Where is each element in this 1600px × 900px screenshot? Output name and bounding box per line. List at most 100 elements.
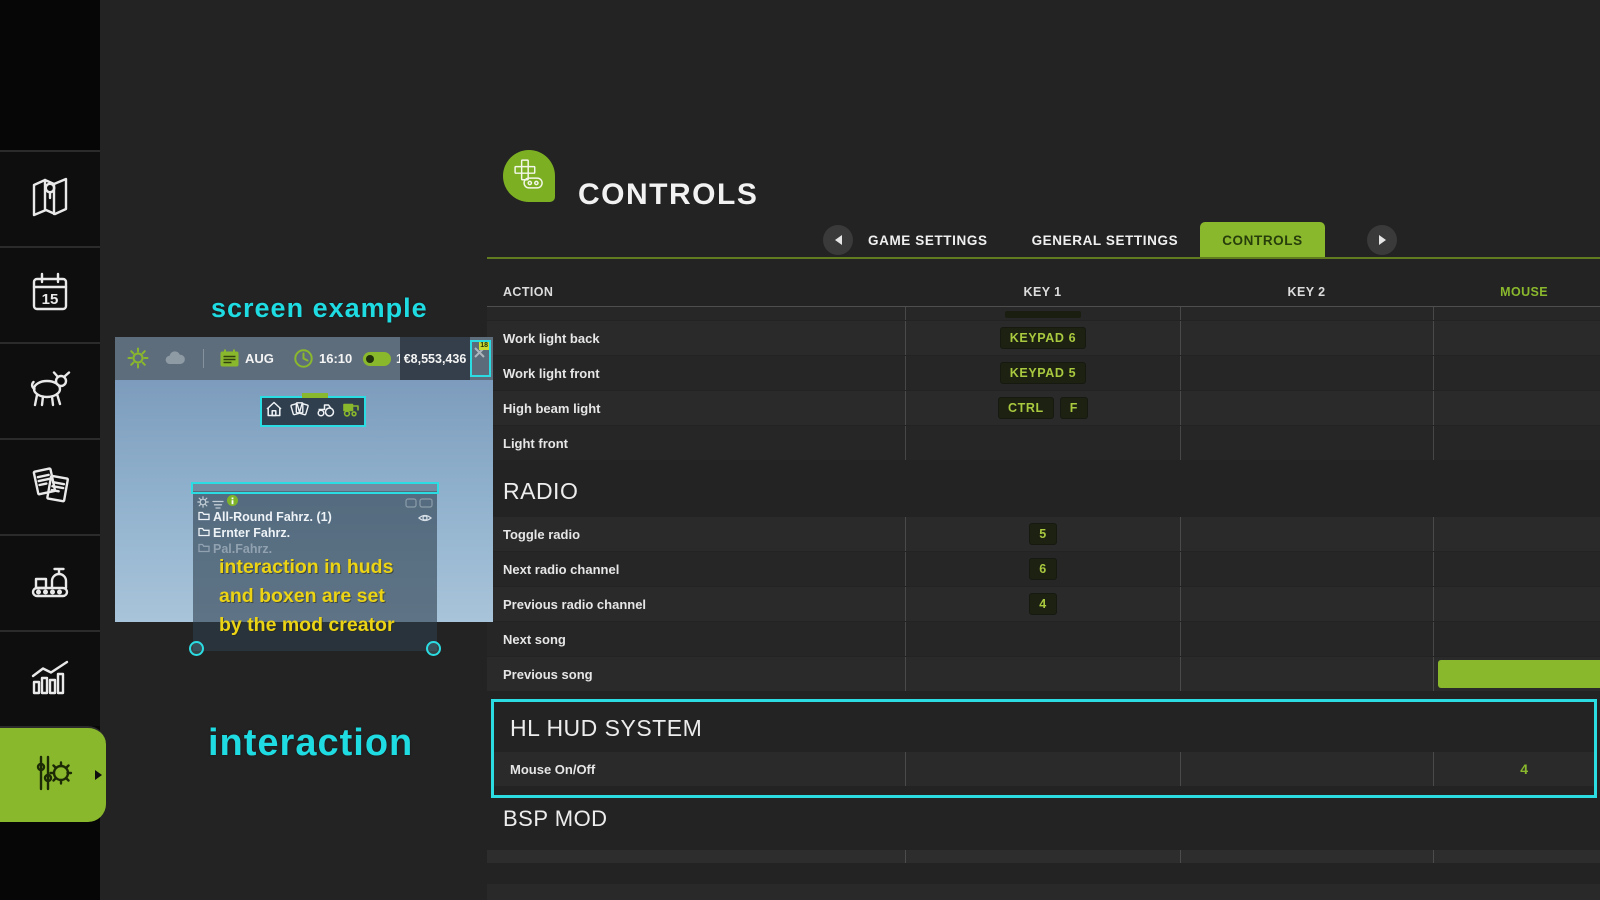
annotation-interaction: interaction: [208, 722, 413, 765]
row-key1-cell[interactable]: KEYPAD 6: [905, 321, 1180, 355]
row-action-label: Next radio channel: [487, 552, 905, 586]
row-mouse-cell[interactable]: [1433, 657, 1600, 691]
eye-icon[interactable]: [418, 511, 432, 529]
table-row[interactable]: Next radio channel6: [487, 552, 1600, 586]
row-key2-cell[interactable]: [1180, 752, 1433, 786]
row-key2-cell[interactable]: [1180, 552, 1433, 586]
table-partial-row: [487, 307, 1600, 320]
row-mouse-cell[interactable]: [1433, 426, 1600, 460]
documents-icon: [24, 459, 76, 516]
calendar-icon: [219, 348, 240, 374]
settings-icon: [27, 747, 79, 804]
row-action-label: Next song: [487, 622, 905, 656]
row-key1-cell[interactable]: [905, 622, 1180, 656]
row-key1-cell[interactable]: 4: [905, 587, 1180, 621]
toolbar-sliver: [302, 393, 328, 398]
row-mouse-cell[interactable]: [1433, 321, 1600, 355]
row-mouse-cell[interactable]: [1433, 587, 1600, 621]
row-mouse-cell[interactable]: [1433, 356, 1600, 390]
row-mouse-cell[interactable]: [1433, 517, 1600, 551]
row-key1-cell: [905, 307, 1180, 320]
cloud-icon: [163, 350, 187, 371]
sidebar-item-statistics[interactable]: [0, 630, 100, 726]
row-mouse-cell[interactable]: [1433, 552, 1600, 586]
row-mouse-cell: [1433, 850, 1600, 863]
hud-selection-box: 18: [470, 340, 491, 377]
table-row[interactable]: Previous song: [487, 657, 1600, 691]
table-row[interactable]: Next song: [487, 622, 1600, 656]
table-row[interactable]: Work light frontKEYPAD 5: [487, 356, 1600, 390]
hud-badge: 18: [479, 342, 489, 350]
sidebar: 15: [0, 0, 100, 900]
table-row[interactable]: High beam lightCTRLF: [487, 391, 1600, 425]
row-key2-cell[interactable]: [1180, 517, 1433, 551]
table-row[interactable]: Previous radio channel4: [487, 587, 1600, 621]
table-row[interactable]: Light front: [487, 426, 1600, 460]
table-row[interactable]: Work light backKEYPAD 6: [487, 321, 1600, 355]
row-action-label: Mouse On/Off: [494, 752, 905, 786]
list-item[interactable]: All-Round Fahrz. (1): [198, 509, 332, 525]
section-title: RADIO: [487, 461, 1600, 517]
section-title: HL HUD SYSTEM: [494, 702, 1594, 752]
row-key1-cell[interactable]: [905, 752, 1180, 786]
house-icon[interactable]: [265, 400, 283, 423]
hud-panel-titlebar-selection[interactable]: [191, 482, 439, 494]
hud-panel[interactable]: All-Round Fahrz. (1)Ernter Fahrz.Pal.Fah…: [193, 491, 437, 651]
hud-speed-pill: [363, 352, 391, 366]
selection-handle[interactable]: [426, 641, 441, 656]
hud-toolbar[interactable]: [260, 396, 366, 427]
hud-note-line: by the mod creator: [219, 611, 395, 640]
key-badge-partial: [1005, 311, 1081, 318]
sidebar-item-settings[interactable]: [0, 726, 106, 822]
sidebar-item-production[interactable]: [0, 534, 100, 630]
row-mouse-cell[interactable]: 4: [1433, 752, 1594, 786]
mouse-binding-bar[interactable]: [1438, 660, 1600, 688]
row-key2-cell[interactable]: [1180, 426, 1433, 460]
tab-underline: [487, 257, 1600, 259]
divider: [203, 349, 204, 368]
table-row[interactable]: Mouse On/Off 4: [494, 752, 1594, 786]
gamepad-icon: [511, 156, 547, 197]
cards-icon[interactable]: [290, 400, 309, 423]
tractor-icon[interactable]: [316, 400, 335, 423]
sidebar-item-animals[interactable]: [0, 342, 100, 438]
table-row[interactable]: Toggle radio5: [487, 517, 1600, 551]
chevron-left-icon: [835, 235, 842, 245]
list-item[interactable]: Ernter Fahrz.: [198, 525, 332, 541]
column-header-key1: KEY 1: [905, 285, 1180, 299]
row-key2-cell[interactable]: [1180, 356, 1433, 390]
row-key2-cell[interactable]: [1180, 657, 1433, 691]
tab-game-settings[interactable]: GAME SETTINGS: [846, 222, 1010, 259]
tab-general-settings[interactable]: GENERAL SETTINGS: [1010, 222, 1201, 259]
row-action-label: Previous radio channel: [487, 587, 905, 621]
row-mouse-cell[interactable]: [1433, 622, 1600, 656]
key-badge: 5: [1029, 523, 1057, 545]
harvester-icon[interactable]: [342, 400, 361, 423]
screen: 15 CONTROLS GAME SETTINGSGENERAL SETTING…: [0, 0, 1600, 900]
row-key2-cell: [1180, 850, 1433, 863]
tab-controls[interactable]: CONTROLS: [1200, 222, 1325, 259]
selection-handle[interactable]: [189, 641, 204, 656]
sidebar-item-contracts[interactable]: [0, 438, 100, 534]
row-key2-cell[interactable]: [1180, 622, 1433, 656]
clock-icon: [293, 348, 314, 374]
row-key1-cell[interactable]: CTRLF: [905, 391, 1180, 425]
row-key2-cell[interactable]: [1180, 391, 1433, 425]
row-key1-cell[interactable]: [905, 426, 1180, 460]
row-mouse-cell[interactable]: [1433, 391, 1600, 425]
sidebar-item-map[interactable]: [0, 150, 100, 246]
key-badge: KEYPAD 5: [1000, 362, 1086, 384]
row-key1-cell[interactable]: 5: [905, 517, 1180, 551]
row-key2-cell[interactable]: [1180, 321, 1433, 355]
hud-sky: All-Round Fahrz. (1)Ernter Fahrz.Pal.Fah…: [115, 380, 493, 622]
row-key2-cell[interactable]: [1180, 587, 1433, 621]
tabs-next-button[interactable]: [1367, 225, 1397, 255]
row-key1-cell[interactable]: KEYPAD 5: [905, 356, 1180, 390]
row-key1-cell[interactable]: [905, 657, 1180, 691]
hud-month: AUG: [245, 351, 274, 366]
sidebar-item-calendar[interactable]: 15: [0, 246, 100, 342]
info-icon[interactable]: [227, 495, 238, 506]
folder-icon: [198, 542, 210, 556]
row-key1-cell[interactable]: 6: [905, 552, 1180, 586]
folder-icon: [198, 526, 210, 540]
